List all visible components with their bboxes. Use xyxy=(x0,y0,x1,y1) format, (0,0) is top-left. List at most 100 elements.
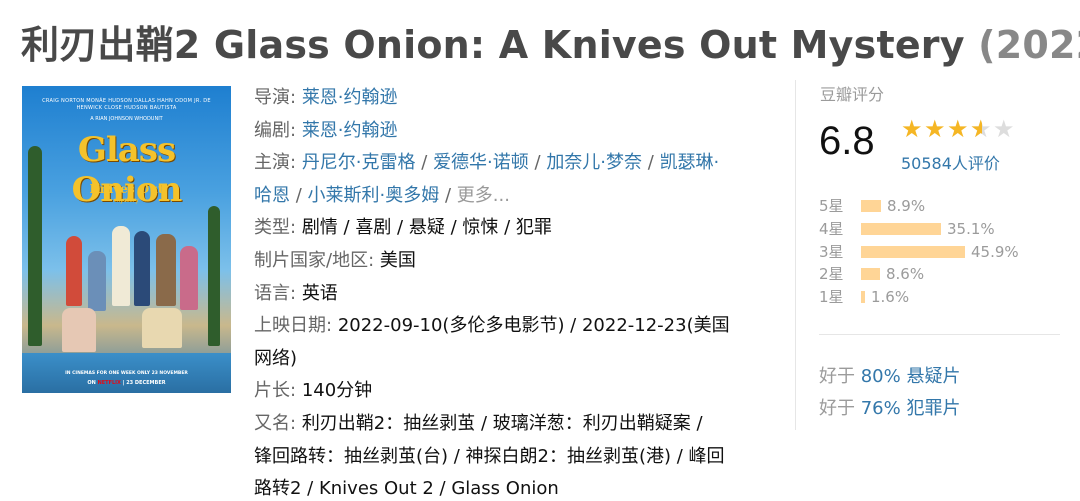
better-than-category[interactable]: 犯罪片 xyxy=(906,398,960,419)
poster-figure xyxy=(62,308,96,352)
genre-value: 喜剧 xyxy=(355,217,392,239)
cast-row: 主演: 丹尼尔·克雷格 / 爱德华·诺顿 / 加奈儿·梦奈 / 凯瑟琳· xyxy=(254,152,720,174)
rating-bar-fill xyxy=(861,245,965,258)
genre-value: 犯罪 xyxy=(515,217,552,239)
poster-cast-names: CRAIG NORTON MONÁE HUDSON DALLAS HAHN OD… xyxy=(42,98,211,111)
star-half-icon: ★ xyxy=(970,116,993,142)
genre-row: 类型: 剧情 / 喜剧 / 悬疑 / 惊悚 / 犯罪 xyxy=(254,217,552,239)
cast-link[interactable]: 加奈儿·梦奈 xyxy=(546,152,642,173)
release-row-continued: 网络) xyxy=(254,343,774,376)
poster-figure xyxy=(156,234,176,306)
rating-bar-label: 5星 xyxy=(819,197,844,215)
director-label: 导演: xyxy=(254,87,297,108)
aka-value: 利刃出鞘2：抽丝剥茧 / 玻璃洋葱：利刃出鞘疑案 / xyxy=(301,412,703,434)
director-row: 导演: 莱恩·约翰逊 xyxy=(254,82,774,115)
rating-label: 豆瓣评分 xyxy=(820,85,885,104)
writer-row: 编剧: 莱恩·约翰逊 xyxy=(254,115,774,148)
cast-link[interactable]: 爱德华·诺顿 xyxy=(433,152,529,173)
rating-bar-percent: 8.9% xyxy=(887,197,926,215)
poster-figure xyxy=(112,226,130,306)
movie-year: (2022) xyxy=(978,23,1080,67)
rating-bar-fill xyxy=(861,222,941,235)
star-full-icon: ★ xyxy=(901,115,923,143)
cast-row-continued: 哈恩 / 小莱斯利·奥多姆 / 更多... xyxy=(254,184,510,206)
genre-value: 惊悚 xyxy=(462,217,499,239)
language-row: 语言: 英语 xyxy=(254,278,774,311)
cast-label: 主演: xyxy=(254,152,297,174)
release-row: 上映日期: 2022-09-10(多伦多电影节) / 2022-12-23(美国 xyxy=(254,310,774,343)
rating-bar-percent: 45.9% xyxy=(971,242,1019,261)
rating-distribution: 5星 8.9% 4星 35.1% 3星 45.9% 2星 8.6% 1星 1.6% xyxy=(819,195,1059,309)
cast-more-link[interactable]: 更多... xyxy=(457,185,510,206)
runtime-row: 片长: 140分钟 xyxy=(254,375,774,408)
better-than-category[interactable]: 悬疑片 xyxy=(906,366,960,387)
release-value: 2022-09-10(多伦多电影节) / 2022-12-23(美国 xyxy=(337,315,730,337)
movie-poster[interactable]: CRAIG NORTON MONÁE HUDSON DALLAS HAHN OD… xyxy=(22,86,231,393)
poster-tree-right xyxy=(208,206,220,346)
better-than-percent[interactable]: 76% xyxy=(861,398,901,419)
page-title: 利刃出鞘2 Glass Onion: A Knives Out Mystery … xyxy=(21,14,1080,69)
rating-bar-fill xyxy=(861,268,880,281)
rating-bar-row: 3星 45.9% xyxy=(819,241,1059,264)
poster-figure xyxy=(88,251,106,311)
aka-row-continued: 锋回路转：抽丝剥茧(台) / 神探白朗2：抽丝剥茧(港) / 峰回 xyxy=(254,441,774,474)
director-link[interactable]: 莱恩·约翰逊 xyxy=(302,87,398,108)
movie-title: 利刃出鞘2 Glass Onion: A Knives Out Mystery xyxy=(21,23,965,67)
aka-row-continued: 路转2 / Knives Out 2 / Glass Onion xyxy=(254,473,774,501)
aka-value-continued: 锋回路转：抽丝剥茧(台) / 神探白朗2：抽丝剥茧(港) / 峰回 xyxy=(254,445,725,467)
country-row: 制片国家/地区: 美国 xyxy=(254,245,774,278)
poster-footer-line1: IN CINEMAS FOR ONE WEEK ONLY 23 NOVEMBER xyxy=(65,371,188,376)
poster-figure xyxy=(142,308,182,348)
aka-value-continued: 路转2 / Knives Out 2 / Glass Onion xyxy=(254,478,559,500)
netflix-logo: NETFLIX xyxy=(97,380,121,386)
genre-label: 类型: xyxy=(254,217,297,239)
release-label: 上映日期: xyxy=(254,315,333,337)
language-label: 语言: xyxy=(254,282,297,304)
movie-info: 导演: 莱恩·约翰逊 编剧: 莱恩·约翰逊 主演: 丹尼尔·克雷格 / 爱德华·… xyxy=(254,82,774,501)
divider xyxy=(795,80,796,430)
rating-bar-label: 2星 xyxy=(819,265,844,284)
rating-bar-row: 4星 35.1% xyxy=(819,218,1059,241)
star-full-icon: ★ xyxy=(924,115,946,143)
rating-bar-row: 5星 8.9% xyxy=(819,195,1059,218)
divider xyxy=(819,334,1060,335)
aka-row: 又名: 利刃出鞘2：抽丝剥茧 / 玻璃洋葱：利刃出鞘疑案 / xyxy=(254,408,774,441)
writer-label: 编剧: xyxy=(254,119,297,141)
rating-bar-fill xyxy=(861,200,881,212)
runtime-value: 140分钟 xyxy=(301,380,373,402)
country-label: 制片国家/地区: xyxy=(254,249,375,271)
runtime-label: 片长: xyxy=(254,380,297,402)
rating-bar-percent: 8.6% xyxy=(886,265,925,284)
poster-figure xyxy=(66,236,82,306)
rating-bar-row: 1星 1.6% xyxy=(819,286,1059,309)
better-than-percent[interactable]: 80% xyxy=(861,366,901,387)
star-full-icon: ★ xyxy=(947,115,969,143)
genre-value: 悬疑 xyxy=(408,217,445,239)
rating-stars: ★★★★ ★ xyxy=(901,116,1016,142)
rating-bar-percent: 35.1% xyxy=(947,219,995,238)
star-empty-icon: ★ xyxy=(993,115,1015,143)
cast-link[interactable]: 凯瑟琳· xyxy=(660,152,720,173)
rating-panel: 豆瓣评分 6.8 ★★★★★ 50584人评价 5星8.9%4星35.1%3星4… xyxy=(795,76,1060,430)
rating-bar-label: 4星 xyxy=(819,219,844,238)
rating-bar-fill xyxy=(861,291,865,304)
poster-credit: A RIAN JOHNSON WHODUNIT xyxy=(90,116,163,122)
rating-bar-label: 3星 xyxy=(819,242,844,261)
country-value: 美国 xyxy=(379,249,416,271)
cast-link[interactable]: 丹尼尔·克雷格 xyxy=(302,152,416,173)
rating-votes-link[interactable]: 50584人评价 xyxy=(901,150,1000,174)
cast-link[interactable]: 小莱斯利·奥多姆 xyxy=(308,185,440,206)
writer-link[interactable]: 莱恩·约翰逊 xyxy=(302,120,398,141)
poster-figure xyxy=(134,231,150,306)
language-value: 英语 xyxy=(301,282,338,304)
poster-footer-line2: ON NETFLIX | 23 DECEMBER xyxy=(87,380,166,386)
genre-value: 剧情 xyxy=(301,217,338,239)
aka-label: 又名: xyxy=(254,412,297,434)
cast-link[interactable]: 哈恩 xyxy=(254,185,290,206)
release-value-continued: 网络) xyxy=(254,347,298,369)
rating-bar-row: 2星 8.6% xyxy=(819,263,1059,286)
poster-film-subtitle: Knives Out xyxy=(89,182,164,196)
rating-bar-percent: 1.6% xyxy=(871,288,910,307)
better-than-row: 好于 80% 悬疑片 xyxy=(819,366,961,387)
rating-bar-label: 1星 xyxy=(819,288,844,307)
